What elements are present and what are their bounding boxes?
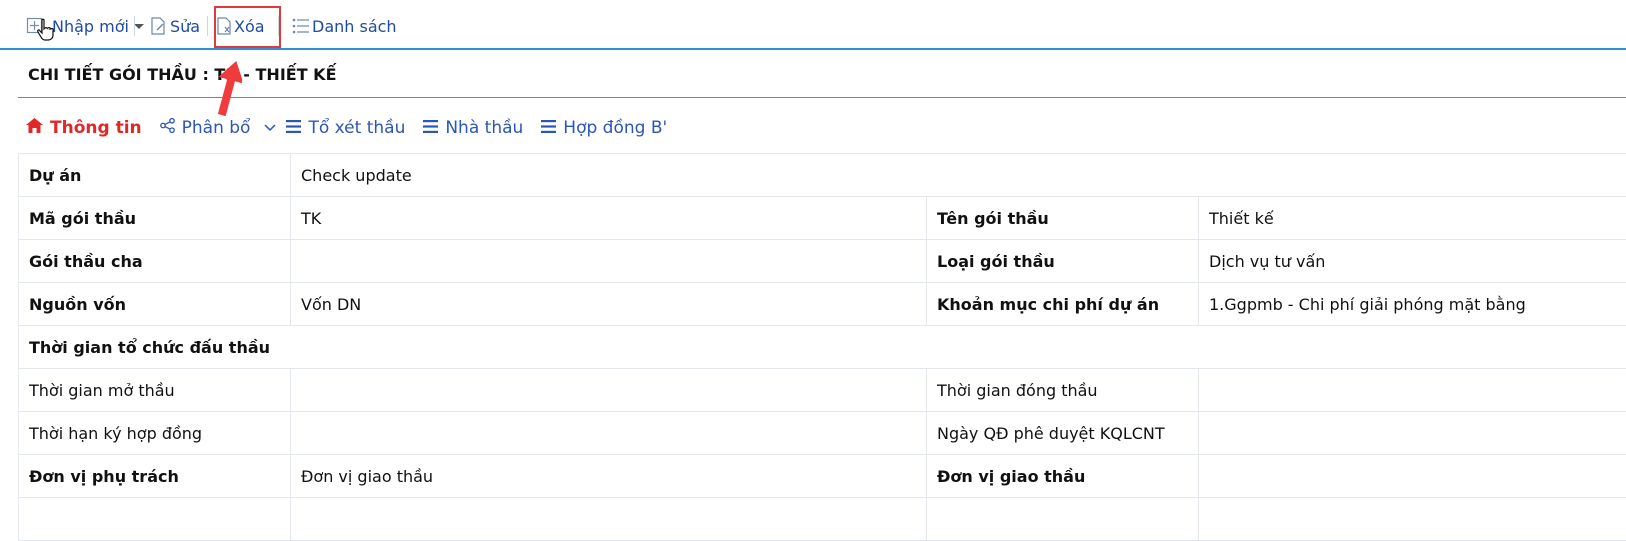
assigning-unit-value [1199, 455, 1626, 498]
table-row [19, 498, 1626, 541]
list-icon [286, 118, 308, 138]
list-button-label: Danh sách [312, 17, 397, 36]
parent-package-label: Gói thầu cha [19, 240, 291, 283]
annotation-arrow-icon [216, 60, 242, 122]
hand-cursor-icon [36, 18, 56, 46]
tab-phan-bo[interactable]: Phân bổ [160, 118, 251, 138]
table-cell [1199, 498, 1626, 541]
table-row: Thời gian mở thầu Thời gian đóng thầu [19, 369, 1626, 412]
table-row: Dự án Check update [19, 154, 1626, 197]
contract-deadline-value [291, 412, 927, 455]
funding-source-label: Nguồn vốn [19, 283, 291, 326]
toolbar-separator [134, 16, 135, 36]
chevron-down-icon[interactable] [264, 121, 276, 136]
detail-tabs: Thông tin Phân bổ Tổ xét thầu Nhà thầu H… [26, 114, 685, 142]
table-row: Nguồn vốn Vốn DN Khoản mục chi phí dự án… [19, 283, 1626, 326]
list-button[interactable]: Danh sách [292, 14, 397, 38]
edit-button-label: Sửa [170, 17, 200, 36]
package-name-value: Thiết kế [1199, 197, 1626, 240]
list-icon [541, 118, 563, 138]
edit-icon [150, 17, 166, 35]
table-cell [19, 498, 291, 541]
project-value: Check update [291, 154, 1626, 197]
list-icon [423, 118, 445, 138]
tab-label: Thông tin [50, 118, 142, 138]
edit-button[interactable]: Sửa [150, 14, 200, 38]
tab-label: Phân bổ [182, 118, 251, 138]
list-icon [292, 18, 310, 34]
parent-package-value [291, 240, 927, 283]
annotation-highlight-box [214, 6, 281, 48]
table-row: Mã gói thầu TK Tên gói thầu Thiết kế [19, 197, 1626, 240]
tab-nha-thau[interactable]: Nhà thầu [423, 118, 523, 138]
tab-to-xet-thau[interactable]: Tổ xét thầu [286, 118, 405, 138]
cost-item-label: Khoản mục chi phí dự án [927, 283, 1199, 326]
table-row: Thời hạn ký hợp đồng Ngày QĐ phê duyệt K… [19, 412, 1626, 455]
funding-source-value: Vốn DN [291, 283, 927, 326]
home-icon [26, 118, 50, 138]
package-code-label: Mã gói thầu [19, 197, 291, 240]
package-type-label: Loại gói thầu [927, 240, 1199, 283]
tab-thong-tin[interactable]: Thông tin [26, 118, 142, 138]
tab-label: Tổ xét thầu [308, 118, 405, 138]
new-button-label: Nhập mới [52, 17, 129, 36]
project-label: Dự án [19, 154, 291, 197]
responsible-unit-value: Đơn vị giao thầu [291, 455, 927, 498]
table-row: Gói thầu cha Loại gói thầu Dịch vụ tư vấ… [19, 240, 1626, 283]
package-type-value: Dịch vụ tư vấn [1199, 240, 1626, 283]
package-name-label: Tên gói thầu [927, 197, 1199, 240]
share-icon [160, 118, 182, 138]
tab-hop-dong-b[interactable]: Hợp đồng B' [541, 118, 667, 138]
page-title: CHI TIẾT GÓI THẦU : TK - THIẾT KẾ [18, 52, 1626, 98]
cost-item-value: 1.Ggpmb - Chi phí giải phóng mặt bằng [1199, 283, 1626, 326]
section-heading: Thời gian tổ chức đấu thầu [19, 326, 1626, 369]
responsible-unit-label: Đơn vị phụ trách [19, 455, 291, 498]
approval-date-value [1199, 412, 1626, 455]
package-code-value: TK [291, 197, 927, 240]
table-row: Thời gian tổ chức đấu thầu [19, 326, 1626, 369]
close-time-label: Thời gian đóng thầu [927, 369, 1199, 412]
tab-label: Hợp đồng B' [563, 118, 667, 138]
open-time-label: Thời gian mở thầu [19, 369, 291, 412]
table-row: Đơn vị phụ trách Đơn vị giao thầu Đơn vị… [19, 455, 1626, 498]
tab-label: Nhà thầu [445, 118, 523, 138]
close-time-value [1199, 369, 1626, 412]
table-cell [291, 498, 927, 541]
toolbar-separator [207, 16, 208, 36]
details-table: Dự án Check update Mã gói thầu TK Tên gó… [18, 153, 1626, 541]
table-cell [927, 498, 1199, 541]
assigning-unit-label: Đơn vị giao thầu [927, 455, 1199, 498]
contract-deadline-label: Thời hạn ký hợp đồng [19, 412, 291, 455]
approval-date-label: Ngày QĐ phê duyệt KQLCNT [927, 412, 1199, 455]
open-time-value [291, 369, 927, 412]
